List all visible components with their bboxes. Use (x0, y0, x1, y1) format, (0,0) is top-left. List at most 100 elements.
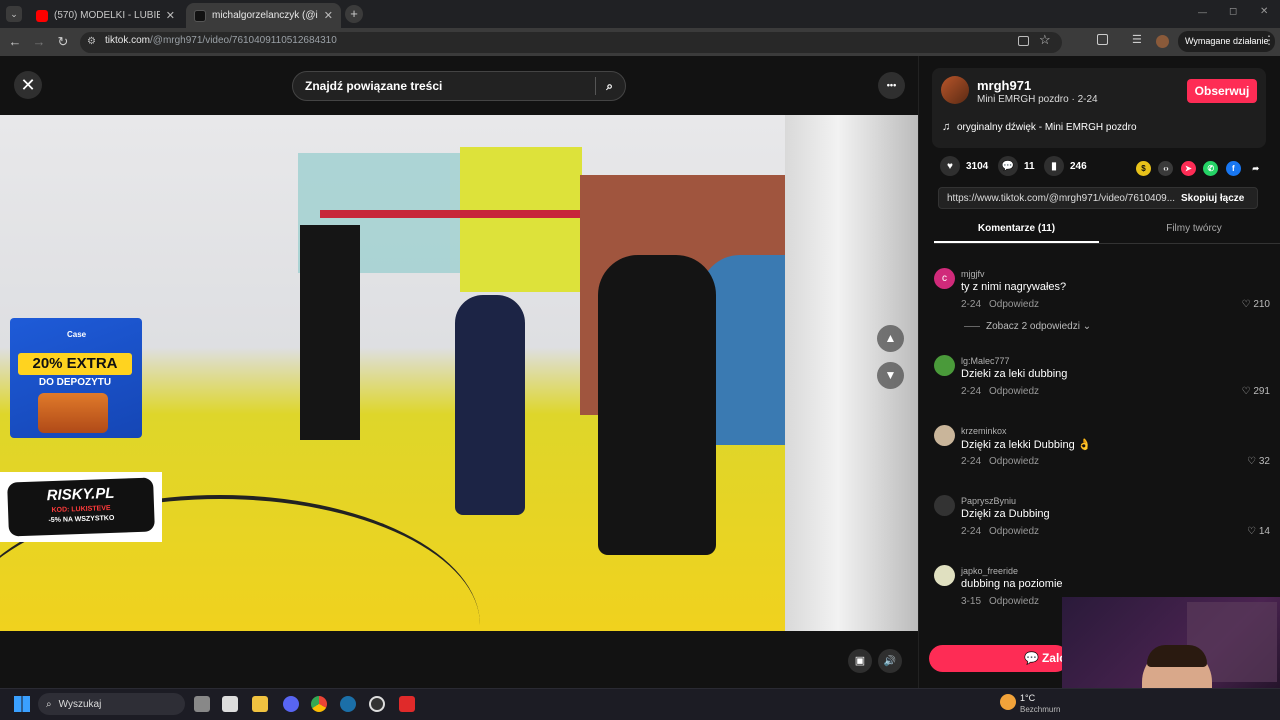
extensions-icon[interactable] (1097, 34, 1108, 45)
add-comment-button[interactable]: 💬 Zalo (929, 645, 1069, 672)
tab-search-button[interactable]: ⌄ (6, 6, 22, 22)
reply-button[interactable]: Odpowiedz (989, 596, 1039, 607)
save-button[interactable]: ▮ 246 (1044, 156, 1087, 176)
commenter-avatar[interactable]: c (934, 268, 955, 289)
window-close-button[interactable]: ✕ (1260, 6, 1268, 17)
pip-button[interactable]: ▣ (848, 649, 872, 673)
back-icon[interactable]: ← (7, 34, 23, 50)
like-button[interactable]: ♥ 3104 (940, 156, 988, 176)
comment-count: 11 (1024, 160, 1035, 172)
close-tab-icon[interactable]: ✕ (324, 9, 333, 22)
copy-link-button[interactable]: Skopiuj łącze (1181, 193, 1244, 204)
reload-icon[interactable]: ↻ (55, 34, 71, 50)
video-link-text[interactable]: https://www.tiktok.com/@mrgh971/video/76… (947, 193, 1175, 204)
risky-discount: -5% NA WSZYSTKO (48, 514, 115, 525)
related-search-box[interactable]: Znajdź powiązane treści ⌕ (292, 71, 626, 101)
commenter-name[interactable]: krzeminkox (961, 426, 1007, 436)
comment-like-button[interactable]: ♡ 14 (1247, 526, 1270, 537)
reply-button[interactable]: Odpowiedz (989, 456, 1039, 467)
comment-item: krzeminkox Dzięki za lekki Dubbing 👌 2-2… (934, 425, 1274, 485)
url-text[interactable]: tiktok.com/@mrgh971/video/76104091105126… (105, 35, 337, 46)
more-options-button[interactable]: ••• (878, 72, 905, 99)
profile-avatar[interactable] (1156, 35, 1169, 48)
commenter-name[interactable]: lg:Malec777 (961, 356, 1010, 366)
window-maximize-button[interactable]: ◻ (1229, 6, 1237, 17)
install-app-icon[interactable] (1018, 36, 1029, 46)
browser-tab-youtube[interactable]: (570) MODELKI - LUBIĘ CIĘ JAK ✕ (28, 3, 183, 28)
commenter-avatar[interactable] (934, 495, 955, 516)
taskbar-search[interactable]: ⌕ Wyszukaj (38, 693, 185, 715)
comment-text: ty z nimi nagrywałes? (961, 281, 1067, 293)
whatsapp-icon[interactable]: ✆ (1203, 161, 1219, 176)
tab-creator-videos[interactable]: Filmy twórcy (1114, 218, 1274, 243)
comment-date: 2-24 (961, 456, 982, 467)
new-tab-button[interactable]: + (345, 5, 363, 23)
more-icon: ••• (886, 80, 897, 90)
discord-icon[interactable] (283, 696, 299, 712)
tab-comments[interactable]: Komentarze (11) (934, 218, 1099, 243)
menu-icon[interactable]: ⋮ (1263, 33, 1275, 47)
comment-meta: 2-24 Odpowiedz (961, 386, 1039, 397)
comment-like-button[interactable]: ♡ 210 (1242, 299, 1270, 310)
follow-button[interactable]: Obserwuj (1187, 79, 1257, 103)
url-host: tiktok.com (105, 35, 151, 46)
site-info-icon[interactable]: ⚙ (87, 36, 96, 47)
comment-text: Dzięki za Dubbing (961, 508, 1050, 520)
send-icon[interactable]: ➤ (1180, 161, 1196, 176)
bookmark-icon: ▮ (1044, 156, 1064, 176)
browser-tab-tiktok[interactable]: michalgorzelanczyk (@isqu ✕ (186, 3, 341, 28)
comment-like-button[interactable]: ♡ 32 (1247, 456, 1270, 467)
reply-button[interactable]: Odpowiedz (989, 386, 1039, 397)
author-username[interactable]: mrgh971 (977, 78, 1031, 93)
shield-app-icon[interactable] (399, 696, 415, 712)
steam-icon[interactable] (340, 696, 356, 712)
reply-button[interactable]: Odpowiedz (989, 299, 1039, 310)
windows-taskbar (0, 688, 1280, 720)
close-tab-icon[interactable]: ✕ (166, 9, 175, 22)
sound-link[interactable]: oryginalny dźwięk - Mini EMRGH pozdro (957, 122, 1137, 133)
file-explorer-icon[interactable] (252, 696, 268, 712)
coin-icon[interactable]: $ (1136, 161, 1151, 176)
obs-icon[interactable] (369, 696, 385, 712)
case-logo: Case (67, 330, 87, 339)
reply-button[interactable]: Odpowiedz (989, 526, 1039, 537)
volume-button[interactable]: 🔊 (878, 649, 902, 673)
comment-text: Dzięki za lekki Dubbing 👌 (961, 439, 1092, 451)
share-arrow-icon[interactable]: ➦ (1248, 161, 1263, 176)
commenter-name[interactable]: PapryszByniu (961, 496, 1016, 506)
commenter-name[interactable]: mjgjfv (961, 269, 985, 279)
search-icon[interactable]: ⌕ (606, 79, 613, 94)
forward-icon[interactable]: → (31, 34, 47, 50)
video-wall-yellow (460, 147, 582, 292)
widgets-icon[interactable] (222, 696, 238, 712)
reading-list-icon[interactable]: ☰ (1132, 33, 1142, 46)
windows-start-icon[interactable] (14, 696, 30, 712)
view-replies-button[interactable]: Zobacz 2 odpowiedzi ⌄ (964, 321, 1091, 332)
window-minimize-button[interactable]: — (1198, 7, 1207, 17)
commenter-name[interactable]: japko_freeride (961, 566, 1018, 576)
commenter-avatar[interactable] (934, 425, 955, 446)
previous-video-button[interactable]: ▲ (877, 325, 904, 352)
comment-text: Dzieki za leki dubbing (961, 368, 1068, 380)
risky-logo: RISKY.PL (46, 484, 115, 505)
comment-like-button[interactable]: ♡ 291 (1242, 386, 1270, 397)
facebook-icon[interactable]: f (1225, 161, 1241, 176)
comment-count-button[interactable]: 💬 11 (998, 156, 1035, 176)
chrome-icon[interactable] (311, 696, 327, 712)
weather-temp[interactable]: 1°C (1020, 693, 1035, 703)
embed-icon[interactable]: ‹› (1158, 161, 1174, 176)
author-avatar[interactable] (941, 76, 969, 104)
close-viewer-button[interactable]: ✕ (14, 71, 42, 99)
commenter-avatar[interactable] (934, 565, 955, 586)
bookmark-star-icon[interactable]: ☆ (1039, 32, 1051, 48)
comment-text: dubbing na poziomie (961, 578, 1063, 590)
heart-outline-icon: ♡ (1247, 526, 1259, 537)
tab-comments-label: Komentarze (11) (977, 223, 1056, 234)
comment-meta: 2-24 Odpowiedz (961, 526, 1039, 537)
search-input[interactable]: Znajdź powiązane treści (305, 79, 595, 93)
task-view-icon[interactable] (194, 696, 210, 712)
commenter-avatar[interactable] (934, 355, 955, 376)
required-action-button[interactable]: Wymagane działanie (1178, 31, 1276, 52)
next-video-button[interactable]: ▼ (877, 362, 904, 389)
comment-icon: 💬 (1024, 651, 1039, 665)
